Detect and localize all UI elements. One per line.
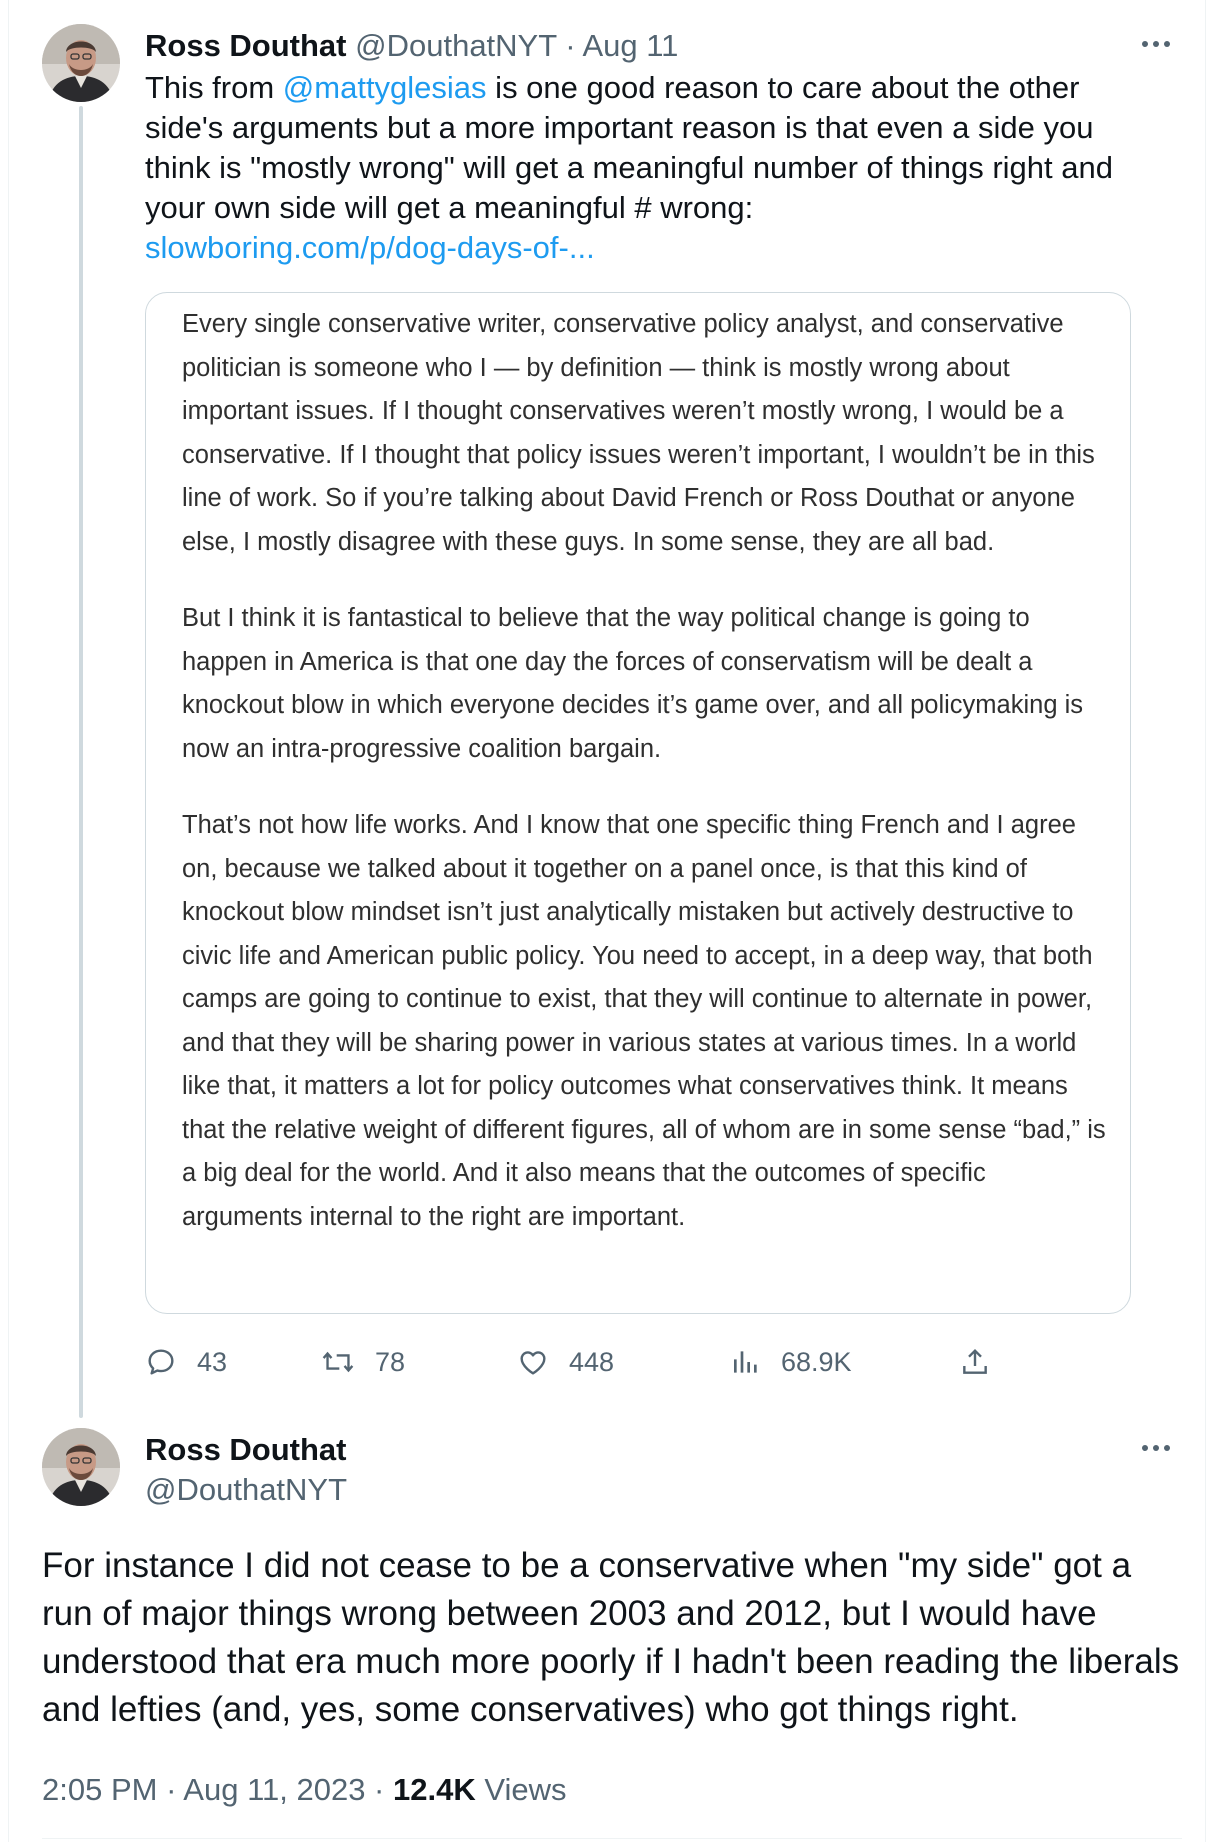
attached-image[interactable]: Every single conservative writer, conser… [145,292,1131,1314]
tweet-header: Ross Douthat @DouthatNYT · Aug 11 [145,26,678,66]
tweet-date[interactable]: Aug 11 [582,28,678,63]
repost-icon [322,1351,354,1373]
excerpt-paragraph: Every single conservative writer, conser… [182,310,1095,556]
thread-connector-line [79,106,83,1418]
author-name[interactable]: Ross Douthat [145,1430,347,1470]
views-total: 12.4K [393,1772,476,1807]
tweet-text: This from @mattyglesias is one good reas… [145,68,1165,268]
divider [42,1838,1182,1839]
avatar[interactable] [42,24,120,102]
meta-separator: · [157,1772,184,1807]
more-horizontal-icon[interactable] [1136,24,1176,64]
like-button[interactable]: 448 [517,1340,614,1384]
meta-separator: · [365,1772,393,1807]
avatar-image [42,1428,120,1506]
tweet-metadata: 2:05 PM · Aug 11, 2023 · 12.4K Views [42,1770,566,1810]
tweet-full-date[interactable]: Aug 11, 2023 [183,1772,365,1807]
reply-icon [148,1349,174,1375]
views-button[interactable]: 68.9K [731,1340,852,1384]
author-handle[interactable]: @DouthatNYT [355,28,557,63]
reply-button[interactable]: 43 [145,1340,227,1384]
more-horizontal-icon[interactable] [1136,1428,1176,1468]
views-label: Views [475,1772,567,1807]
date-separator: · [556,28,583,63]
like-count: 448 [569,1346,615,1377]
excerpt-paragraph: That’s not how life works. And I know th… [182,811,1106,1231]
excerpt-paragraph: But I think it is fantastical to believe… [182,604,1084,763]
quoted-excerpt: Every single conservative writer, conser… [182,303,1112,1272]
tweet-text-start: This from [145,70,283,105]
tweet-time[interactable]: 2:05 PM [42,1772,157,1807]
article-link[interactable]: slowboring.com/p/dog-days-of-... [145,230,595,265]
reply-count: 43 [197,1346,228,1377]
repost-button[interactable]: 78 [321,1340,405,1384]
share-button[interactable] [959,1340,991,1384]
share-icon [963,1348,987,1374]
avatar[interactable] [42,1428,120,1506]
views-icon [734,1351,757,1373]
action-bar: 43 78 448 68.9K [145,1340,1175,1384]
like-icon [520,1351,546,1375]
reply-header: Ross Douthat @DouthatNYT [145,1430,347,1510]
mention-link[interactable]: @mattyglesias [283,70,487,105]
views-count: 68.9K [781,1346,852,1377]
avatar-image [42,24,120,102]
repost-count: 78 [375,1346,406,1377]
author-name[interactable]: Ross Douthat [145,28,347,63]
author-handle[interactable]: @DouthatNYT [145,1470,347,1510]
reply-text: For instance I did not cease to be a con… [42,1546,1180,1729]
